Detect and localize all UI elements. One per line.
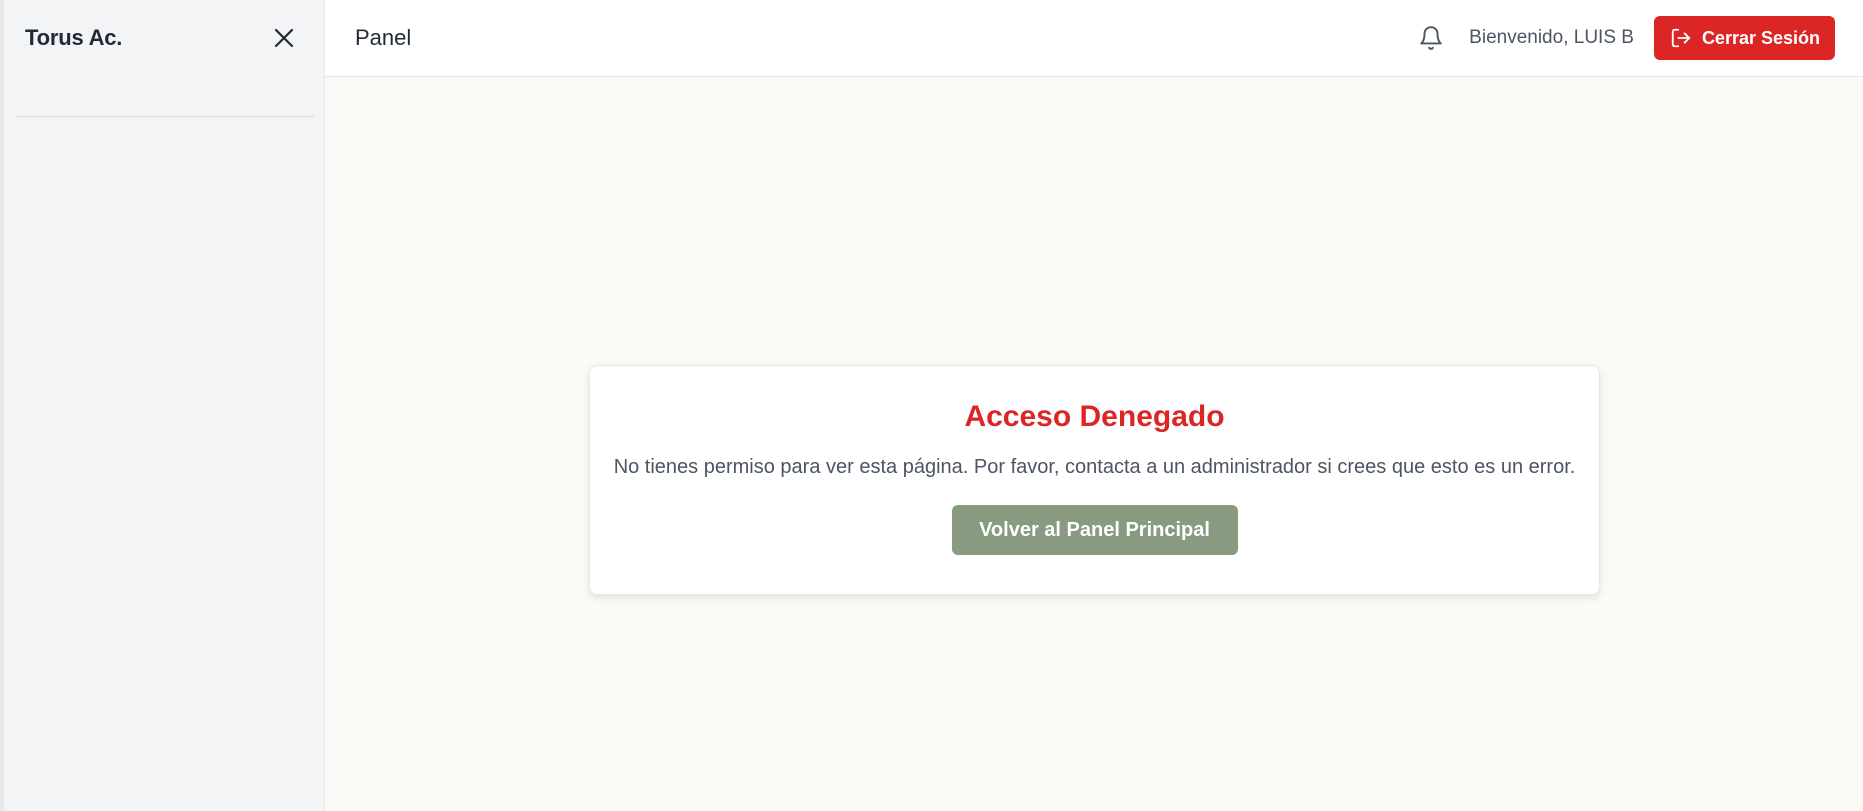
access-denied-card: Acceso Denegado No tienes permiso para v… xyxy=(589,365,1600,595)
sidebar-divider xyxy=(16,116,314,117)
logout-label: Cerrar Sesión xyxy=(1701,27,1820,48)
back-to-dashboard-button[interactable]: Volver al Panel Principal xyxy=(951,505,1238,555)
content-area: Acceso Denegado No tienes permiso para v… xyxy=(325,77,1863,811)
brand-name: Torus Ac. xyxy=(25,25,123,50)
notifications-button[interactable] xyxy=(1415,22,1447,54)
page-title: Panel xyxy=(355,25,412,50)
close-sidebar-button[interactable] xyxy=(270,24,298,52)
sidebar-header: Torus Ac. xyxy=(4,0,324,76)
logout-button[interactable]: Cerrar Sesión xyxy=(1653,16,1835,60)
bell-icon xyxy=(1420,26,1442,50)
welcome-text: Bienvenido, LUIS B xyxy=(1469,27,1634,48)
main-area: Panel Bienvenido, LUIS B Cerrar Sesión A… xyxy=(325,0,1863,811)
access-denied-message: No tienes permiso para ver esta página. … xyxy=(613,456,1576,478)
topbar-right: Bienvenido, LUIS B Cerrar Sesión xyxy=(1415,16,1835,60)
sidebar: Torus Ac. xyxy=(0,0,325,811)
app-root: Torus Ac. Panel Bienvenido, LUIS B Cerra… xyxy=(0,0,1863,811)
topbar: Panel Bienvenido, LUIS B Cerrar Sesión xyxy=(325,0,1863,77)
access-denied-title: Acceso Denegado xyxy=(964,400,1225,433)
logout-icon xyxy=(1670,27,1692,49)
close-icon xyxy=(274,28,294,48)
